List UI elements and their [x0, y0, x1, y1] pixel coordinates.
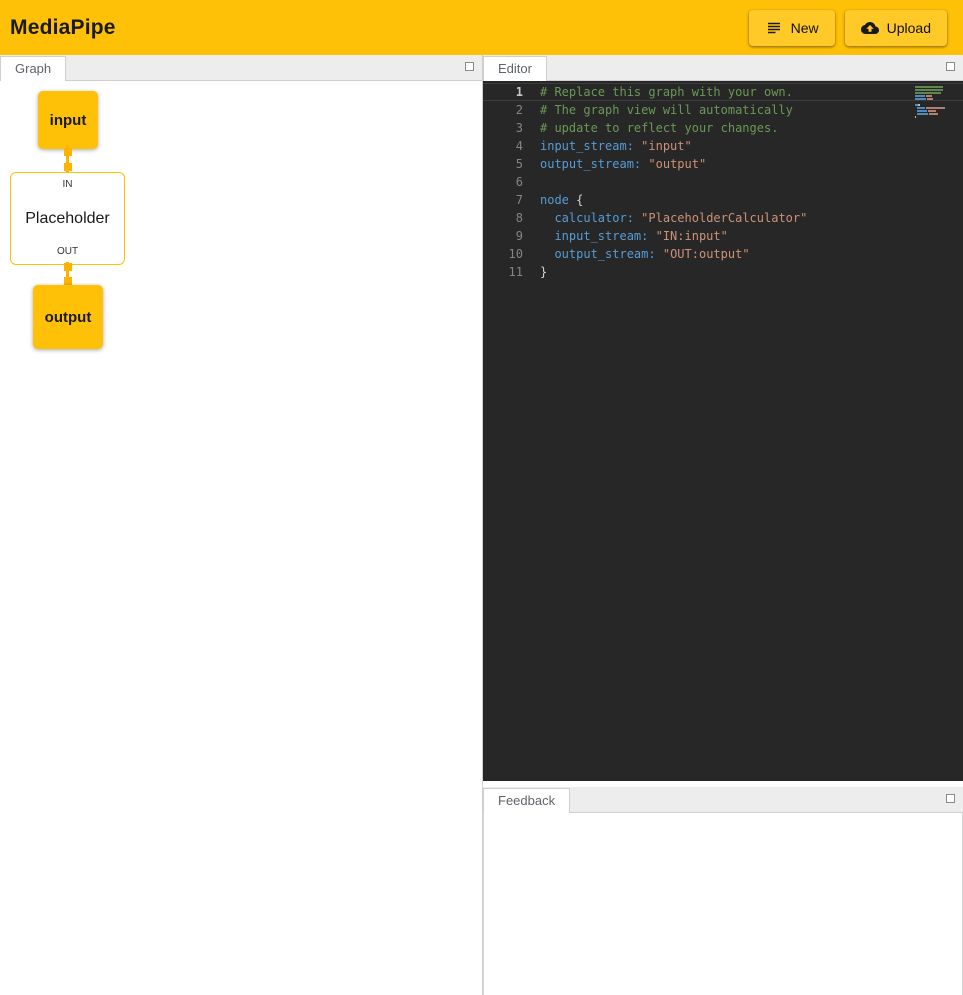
editor-tab-bar: Editor	[483, 55, 963, 81]
graph-node-placeholder[interactable]: IN Placeholder OUT	[10, 172, 125, 265]
new-button-label: New	[791, 20, 819, 36]
code-line[interactable]: 7 node {	[483, 191, 963, 209]
code-line[interactable]: 8 calculator: "PlaceholderCalculator"	[483, 209, 963, 227]
feedback-panel: Feedback	[483, 787, 963, 995]
minimap-line	[915, 110, 953, 112]
minimap-line	[915, 107, 953, 109]
graph-node-input-label: input	[50, 112, 87, 129]
menu-icon	[765, 19, 783, 37]
line-number: 6	[483, 173, 523, 191]
code-line[interactable]: 9 input_stream: "IN:input"	[483, 227, 963, 245]
line-number: 1	[483, 83, 523, 101]
placeholder-in-label: IN	[63, 180, 73, 190]
editor-popout-icon[interactable]	[946, 62, 955, 71]
graph-tab-bar: Graph	[0, 55, 482, 81]
app-title: MediaPipe	[10, 16, 116, 40]
app-root: MediaPipe New Upload Graph	[0, 0, 963, 995]
tab-editor[interactable]: Editor	[483, 56, 547, 81]
port-icon	[64, 163, 72, 171]
minimap-line	[915, 98, 953, 100]
header-actions: New Upload	[749, 10, 953, 46]
line-content: }	[540, 263, 547, 281]
line-content: calculator: "PlaceholderCalculator"	[540, 209, 807, 227]
line-number: 10	[483, 245, 523, 263]
line-content: # The graph view will automatically	[540, 101, 793, 119]
code-line[interactable]: 4 input_stream: "input"	[483, 137, 963, 155]
graph-node-input[interactable]: input	[38, 91, 98, 149]
line-number: 5	[483, 155, 523, 173]
graph-canvas[interactable]: input IN Placeholder OUT output	[0, 81, 482, 995]
port-icon	[64, 263, 72, 271]
line-content: output_stream: "output"	[540, 155, 706, 173]
minimap-line	[915, 116, 953, 118]
upload-button[interactable]: Upload	[845, 10, 947, 46]
tab-graph[interactable]: Graph	[0, 56, 66, 81]
line-content: # update to reflect your changes.	[540, 119, 778, 137]
graph-popout-icon[interactable]	[465, 62, 474, 71]
code-line[interactable]: 11}	[483, 263, 963, 281]
code-line[interactable]: 6	[483, 173, 963, 191]
upload-button-label: Upload	[887, 20, 931, 36]
minimap-line	[915, 89, 953, 91]
editor-lines: 1 # Replace this graph with your own. 2 # T…	[483, 81, 963, 281]
line-number: 3	[483, 119, 523, 137]
graph-node-output[interactable]: output	[33, 285, 103, 349]
line-content: input_stream: "IN:input"	[540, 227, 728, 245]
code-line[interactable]: 1 # Replace this graph with your own.	[483, 83, 963, 101]
line-content: input_stream: "input"	[540, 137, 692, 155]
code-line[interactable]: 5 output_stream: "output"	[483, 155, 963, 173]
placeholder-out-label: OUT	[57, 247, 78, 257]
line-number: 11	[483, 263, 523, 281]
line-number: 9	[483, 227, 523, 245]
cloud-upload-icon	[861, 19, 879, 37]
placeholder-node-label: Placeholder	[25, 210, 110, 228]
code-line[interactable]: 2 # The graph view will automatically	[483, 101, 963, 119]
graph-node-output-label: output	[45, 309, 92, 326]
app-header: MediaPipe New Upload	[0, 0, 963, 55]
line-number: 4	[483, 137, 523, 155]
editor-panel: Editor 1 # Replace this graph with your o…	[483, 55, 963, 781]
minimap-line	[915, 92, 953, 94]
code-line[interactable]: 3 # update to reflect your changes.	[483, 119, 963, 137]
minimap-line	[915, 104, 953, 106]
graph-panel: Graph input IN Placeholder OUT	[0, 55, 483, 995]
line-content: node {	[540, 191, 583, 209]
minimap-line	[915, 113, 953, 115]
code-editor[interactable]: 1 # Replace this graph with your own. 2 # T…	[483, 81, 963, 781]
code-line[interactable]: 10 output_stream: "OUT:output"	[483, 245, 963, 263]
line-number: 8	[483, 209, 523, 227]
tab-feedback[interactable]: Feedback	[483, 788, 570, 813]
minimap-line	[915, 95, 953, 97]
minimap-line	[915, 101, 953, 103]
editor-minimap[interactable]	[915, 86, 953, 119]
line-content: # Replace this graph with your own.	[540, 83, 793, 101]
feedback-popout-icon[interactable]	[946, 794, 955, 803]
feedback-body	[483, 813, 963, 995]
line-content: output_stream: "OUT:output"	[540, 245, 750, 263]
main-area: Graph input IN Placeholder OUT	[0, 55, 963, 995]
port-icon	[64, 277, 72, 285]
right-column: Editor 1 # Replace this graph with your o…	[483, 55, 963, 995]
line-number: 2	[483, 101, 523, 119]
minimap-line	[915, 86, 953, 88]
feedback-tab-bar: Feedback	[483, 787, 963, 813]
line-number: 7	[483, 191, 523, 209]
port-icon	[64, 148, 72, 156]
new-button[interactable]: New	[749, 10, 835, 46]
